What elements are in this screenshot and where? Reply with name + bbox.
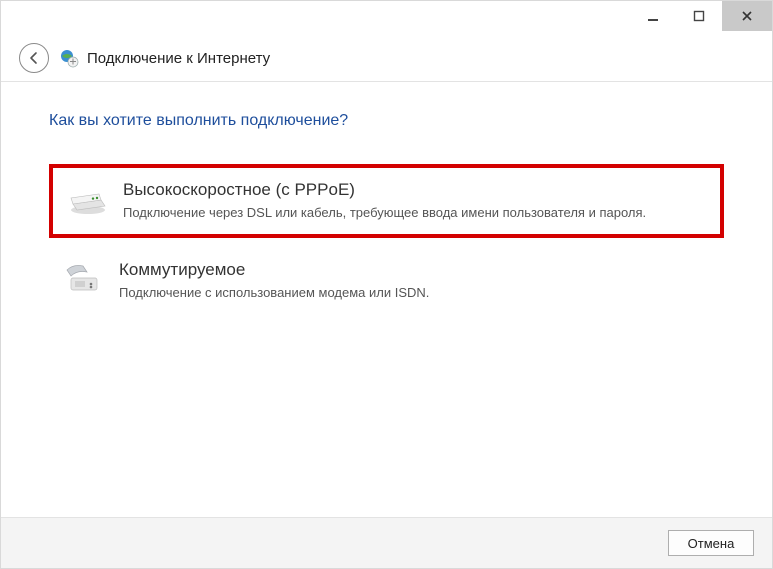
- footer: Отмена: [1, 517, 772, 568]
- header-title-group: Подключение к Интернету: [59, 48, 270, 68]
- phone-modem-icon: [63, 262, 105, 296]
- close-icon: [741, 10, 753, 22]
- cancel-button[interactable]: Отмена: [668, 530, 754, 556]
- option-dialup-title: Коммутируемое: [119, 260, 710, 280]
- minimize-button[interactable]: [630, 1, 676, 31]
- window-title: Подключение к Интернету: [87, 50, 270, 67]
- option-dialup[interactable]: Коммутируемое Подключение с использовани…: [49, 248, 724, 314]
- option-pppoe-text: Высокоскоростное (с PPPoE) Подключение ч…: [123, 180, 706, 222]
- titlebar: [1, 1, 772, 31]
- option-pppoe-desc: Подключение через DSL или кабель, требую…: [123, 204, 706, 222]
- option-pppoe-title: Высокоскоростное (с PPPoE): [123, 180, 706, 200]
- back-button[interactable]: [19, 43, 49, 73]
- option-dialup-text: Коммутируемое Подключение с использовани…: [119, 260, 710, 302]
- arrow-left-icon: [27, 51, 41, 65]
- maximize-icon: [693, 10, 705, 22]
- option-pppoe[interactable]: Высокоскоростное (с PPPoE) Подключение ч…: [49, 164, 724, 238]
- option-dialup-desc: Подключение с использованием модема или …: [119, 284, 710, 302]
- close-button[interactable]: [722, 1, 772, 31]
- minimize-icon: [647, 10, 659, 22]
- prompt-heading: Как вы хотите выполнить подключение?: [49, 112, 724, 130]
- globe-network-icon: [59, 48, 79, 68]
- header: Подключение к Интернету: [1, 31, 772, 82]
- modem-icon: [67, 182, 109, 216]
- maximize-button[interactable]: [676, 1, 722, 31]
- content-area: Как вы хотите выполнить подключение? Выс…: [1, 82, 772, 313]
- dialog-window: Подключение к Интернету Как вы хотите вы…: [0, 0, 773, 569]
